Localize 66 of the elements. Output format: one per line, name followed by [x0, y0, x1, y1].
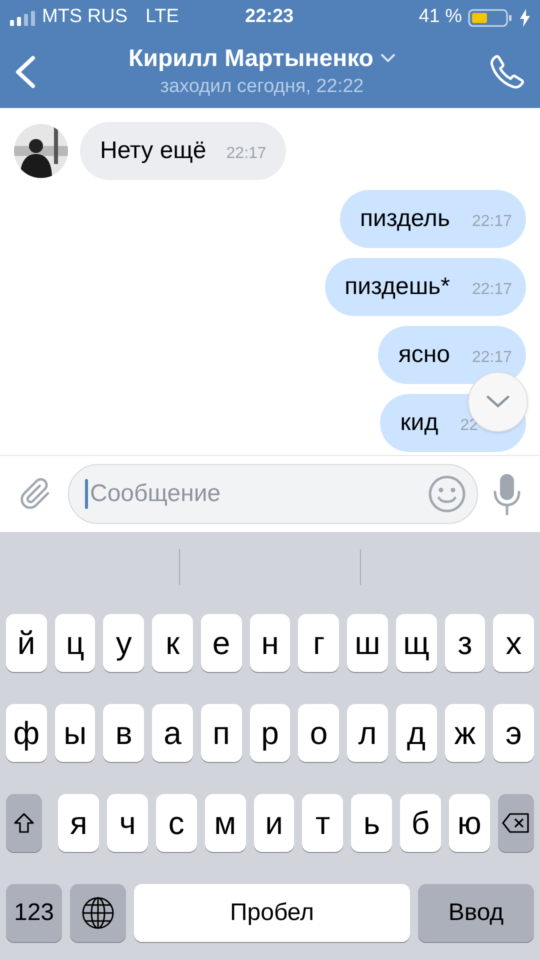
key[interactable]: ч: [107, 794, 148, 852]
key[interactable]: а: [152, 704, 193, 762]
key[interactable]: е: [200, 614, 242, 672]
shift-icon: [13, 812, 36, 834]
key[interactable]: п: [200, 704, 242, 762]
key[interactable]: к: [152, 614, 193, 672]
key[interactable]: э: [493, 704, 534, 762]
key[interactable]: о: [298, 704, 340, 762]
microphone-icon[interactable]: [492, 472, 522, 516]
key[interactable]: н: [250, 614, 290, 672]
key[interactable]: ю: [448, 794, 490, 852]
key[interactable]: ф: [6, 704, 47, 762]
message-time: 22:17: [226, 144, 266, 164]
chevron-down-icon[interactable]: [381, 54, 396, 63]
emoji-icon[interactable]: [427, 474, 467, 514]
key[interactable]: л: [347, 704, 388, 762]
phone-icon[interactable]: [488, 52, 526, 90]
message-time: 22:17: [472, 348, 512, 368]
key[interactable]: и: [254, 794, 294, 852]
key[interactable]: ы: [54, 704, 96, 762]
message-text: пиздель: [360, 205, 450, 233]
key[interactable]: х: [493, 614, 534, 672]
message-text: ясно: [398, 341, 450, 369]
key[interactable]: щ: [396, 614, 437, 672]
battery-icon: [468, 8, 514, 28]
network-type: LTE: [146, 5, 179, 30]
chevron-down-icon: [486, 395, 510, 409]
signal-icon: [10, 10, 36, 26]
carrier-name: MTS RUS: [42, 5, 128, 30]
message-time: 22:17: [472, 280, 512, 300]
backspace-key[interactable]: [498, 794, 534, 852]
globe-key[interactable]: [70, 884, 126, 942]
key[interactable]: у: [103, 614, 144, 672]
message-text: пиздешь*: [344, 273, 450, 301]
shift-key[interactable]: [6, 794, 42, 852]
status-time: 22:23: [245, 5, 294, 30]
key[interactable]: р: [250, 704, 290, 762]
return-key[interactable]: Ввод: [418, 884, 534, 942]
message-time: 22:17: [472, 212, 512, 232]
key[interactable]: г: [298, 614, 340, 672]
key[interactable]: в: [103, 704, 144, 762]
message-text: кид: [400, 409, 438, 437]
key[interactable]: й: [6, 614, 47, 672]
battery-percent: 41 %: [418, 5, 462, 30]
key[interactable]: д: [396, 704, 437, 762]
key[interactable]: с: [156, 794, 197, 852]
last-seen-status: заходил сегодня, 22:22: [160, 74, 364, 98]
globe-icon: [81, 896, 115, 930]
back-icon[interactable]: [14, 54, 36, 88]
key[interactable]: м: [204, 794, 246, 852]
message-field[interactable]: Сообщение: [68, 464, 478, 524]
space-key[interactable]: Пробел: [134, 884, 410, 942]
contact-name[interactable]: Кирилл Мартыненко: [128, 44, 374, 74]
key[interactable]: ц: [54, 614, 96, 672]
backspace-icon: [502, 813, 530, 833]
key[interactable]: з: [444, 614, 486, 672]
key[interactable]: ж: [444, 704, 486, 762]
key[interactable]: б: [400, 794, 441, 852]
key[interactable]: ь: [351, 794, 392, 852]
numbers-key[interactable]: 123: [6, 884, 62, 942]
text-cursor: [85, 479, 88, 509]
key[interactable]: т: [302, 794, 344, 852]
key[interactable]: я: [58, 794, 100, 852]
key[interactable]: ш: [347, 614, 388, 672]
message-text: Нету ещё: [100, 137, 206, 165]
charging-icon: [520, 8, 530, 26]
